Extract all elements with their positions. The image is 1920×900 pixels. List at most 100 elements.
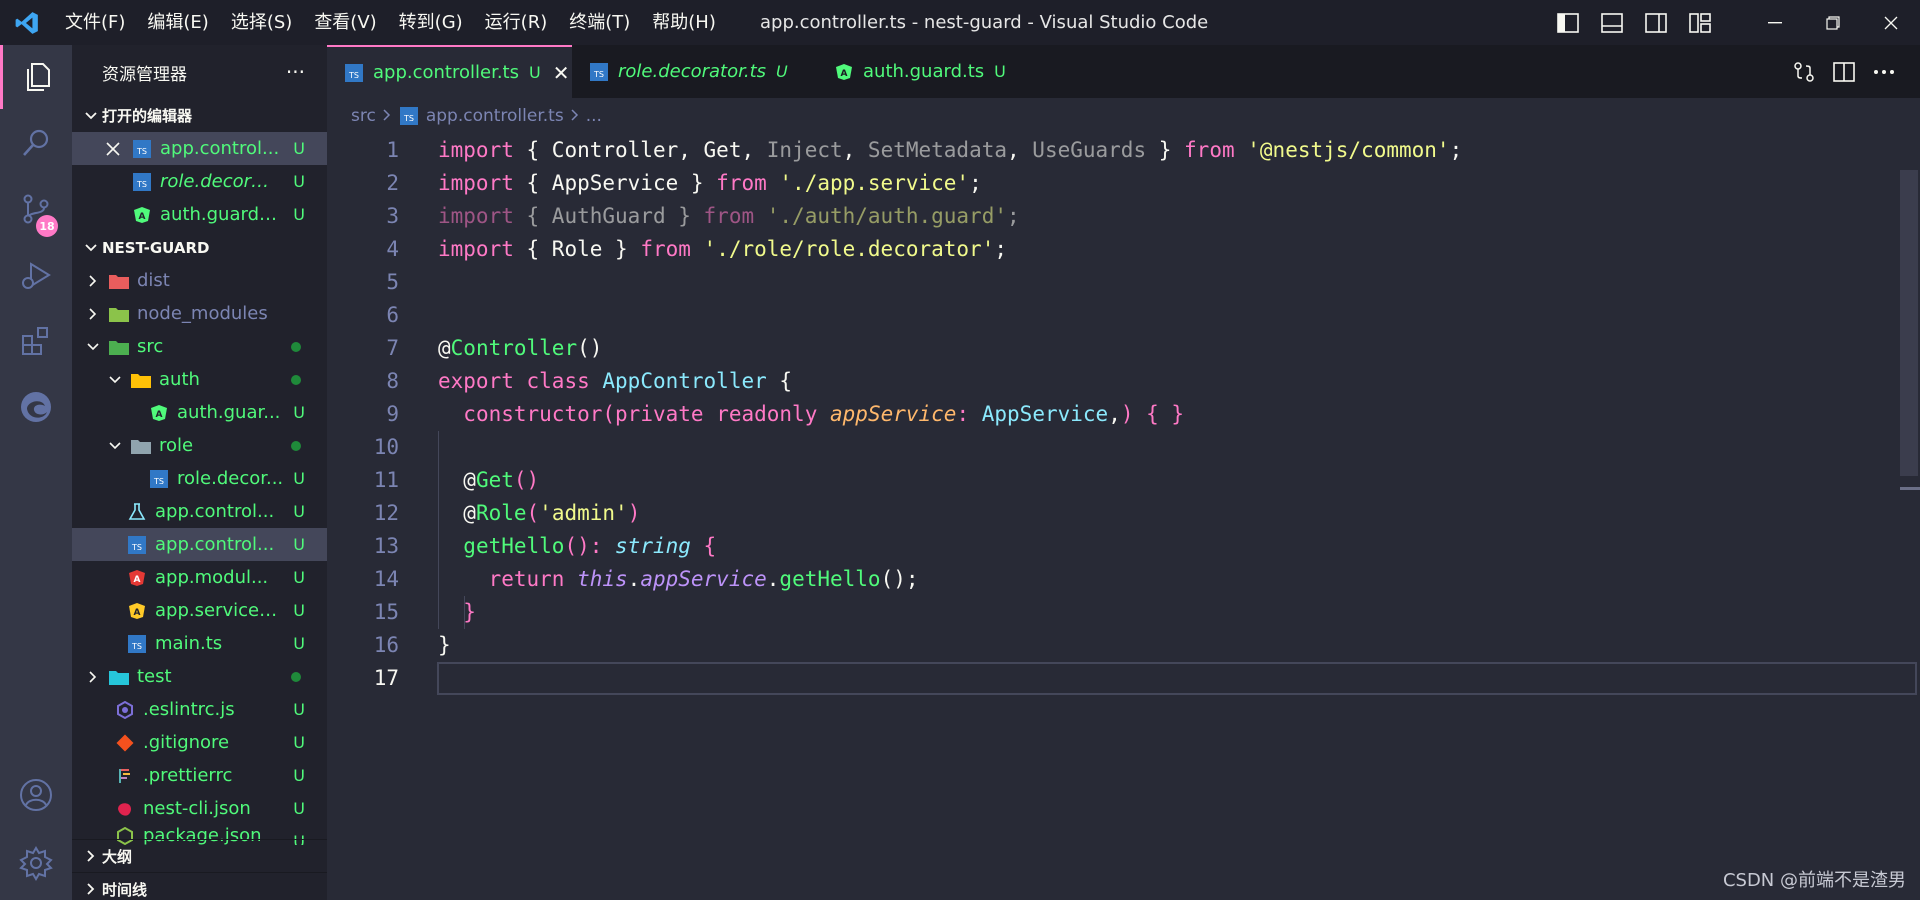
more-actions-icon[interactable] — [1864, 45, 1904, 98]
code-token: this — [577, 567, 628, 591]
code-line[interactable]: 3 import { AuthGuard } from './auth/auth.… — [327, 200, 1917, 233]
code-token: ( — [602, 402, 616, 426]
code-token: ; — [994, 237, 1007, 261]
tab-label: role.decorator.ts — [618, 61, 767, 82]
scrollbar-thumb[interactable] — [1900, 170, 1918, 476]
menu-selection[interactable]: 选择(S) — [220, 0, 303, 45]
file-label: app.service.ts — [155, 600, 279, 621]
tab-app-controller[interactable]: TS app.controller.ts U ✕ — [327, 45, 572, 98]
tree-folder-node-modules[interactable]: node_modules — [72, 297, 327, 330]
menu-terminal[interactable]: 终端(T) — [558, 0, 641, 45]
open-editor-item[interactable]: TS role.decorat... U — [72, 165, 327, 198]
tree-file[interactable]: nest-cli.json U — [72, 792, 327, 825]
sidebar-more-actions-icon[interactable]: ··· — [286, 60, 305, 84]
tree-file[interactable]: .prettierrc U — [72, 759, 327, 792]
code-line[interactable]: 14 return this.appService.getHello(); — [327, 563, 1917, 596]
breadcrumb-symbol[interactable]: ... — [586, 106, 602, 126]
minimize-icon[interactable] — [1746, 0, 1804, 45]
code-line[interactable]: 7 @Controller() — [327, 332, 1917, 365]
close-window-icon[interactable] — [1862, 0, 1920, 45]
tree-file-active[interactable]: TS app.control... U — [72, 528, 327, 561]
code-line[interactable]: 12 @Role('admin') — [327, 497, 1917, 530]
code-line[interactable]: 15 } — [327, 596, 1917, 629]
code-line[interactable]: 11 @Get() — [327, 464, 1917, 497]
code-line[interactable]: 10 — [327, 431, 1917, 464]
toggle-secondary-sidebar-icon[interactable] — [1634, 0, 1678, 45]
search-icon[interactable] — [0, 111, 72, 175]
code-line[interactable]: 4 import { Role } from './role/role.decor… — [327, 233, 1917, 266]
accounts-icon[interactable] — [0, 763, 72, 827]
menu-go[interactable]: 转到(G) — [388, 0, 474, 45]
tab-auth-guard[interactable]: A auth.guard.ts U — [817, 45, 1037, 98]
menu-edit[interactable]: 编辑(E) — [136, 0, 219, 45]
code-token: { — [513, 237, 552, 261]
extensions-icon[interactable] — [0, 309, 72, 373]
customize-layout-icon[interactable] — [1678, 0, 1722, 45]
edge-devtools-icon[interactable] — [0, 375, 72, 439]
git-status: U — [293, 601, 305, 620]
tree-folder-auth[interactable]: auth — [72, 363, 327, 396]
code-line[interactable]: 17 — [327, 662, 1917, 695]
code-line[interactable]: 5 — [327, 266, 1917, 299]
line-content: getHello(): string { — [438, 530, 716, 563]
tree-file[interactable]: TS main.ts U — [72, 627, 327, 660]
explorer-icon[interactable] — [0, 45, 72, 109]
sidebar-header: 资源管理器 ··· — [72, 45, 327, 99]
tree-file[interactable]: A app.modul... U — [72, 561, 327, 594]
typescript-file-icon: TS — [588, 61, 610, 83]
activity-bar: 18 — [0, 45, 72, 900]
vertical-scrollbar[interactable] — [1898, 134, 1920, 900]
timeline-header[interactable]: 时间线 — [72, 872, 327, 900]
split-editor-icon[interactable] — [1824, 45, 1864, 98]
tree-file[interactable]: TS role.decor... U — [72, 462, 327, 495]
menu-help[interactable]: 帮助(H) — [641, 0, 727, 45]
tree-folder-dist[interactable]: dist — [72, 264, 327, 297]
code-line[interactable]: 8 export class AppController { — [327, 365, 1917, 398]
tree-file[interactable]: A app.service.ts U — [72, 594, 327, 627]
open-editor-item[interactable]: TS app.control... U — [72, 132, 327, 165]
code-line[interactable]: 2 import { AppService } from './app.servi… — [327, 167, 1917, 200]
project-header[interactable]: NEST-GUARD — [72, 231, 327, 264]
folder-src-icon — [108, 336, 130, 358]
open-editor-item[interactable]: A auth.guard.... U — [72, 198, 327, 231]
open-changes-icon[interactable] — [1784, 45, 1824, 98]
toggle-primary-sidebar-icon[interactable] — [1546, 0, 1590, 45]
line-number: 16 — [373, 633, 399, 657]
menu-file[interactable]: 文件(F) — [54, 0, 136, 45]
tree-file[interactable]: .eslintrc.js U — [72, 693, 327, 726]
code-token: import — [438, 204, 514, 228]
tree-file[interactable]: A auth.guar... U — [72, 396, 327, 429]
manage-gear-icon[interactable] — [0, 831, 72, 895]
tab-role-decorator[interactable]: TS role.decorator.ts U — [572, 45, 817, 98]
open-editors-header[interactable]: 打开的编辑器 — [72, 99, 327, 132]
code-line[interactable]: 9 constructor(private readonly appServic… — [327, 398, 1917, 431]
code-token: Inject — [766, 138, 843, 162]
menu-run[interactable]: 运行(R) — [474, 0, 559, 45]
source-control-icon[interactable]: 18 — [0, 177, 72, 241]
tree-file[interactable]: app.control... U — [72, 495, 327, 528]
typescript-file-icon: TS — [148, 468, 170, 490]
code-line[interactable]: 16} — [327, 629, 1917, 662]
line-number: 9 — [386, 402, 399, 426]
close-icon[interactable]: ✕ — [553, 61, 570, 85]
outline-header[interactable]: 大纲 — [72, 839, 327, 872]
close-icon[interactable] — [102, 138, 124, 160]
code-editor[interactable]: 1 import { Controller, Get, Inject, SetMe… — [327, 134, 1920, 900]
breadcrumb: src TS app.controller.ts ... — [327, 98, 1920, 134]
restore-icon[interactable] — [1804, 0, 1862, 45]
open-editors-title: 打开的编辑器 — [102, 107, 193, 125]
breadcrumb-folder[interactable]: src — [351, 106, 376, 126]
code-line[interactable]: 1 import { Controller, Get, Inject, SetMe… — [327, 134, 1917, 167]
breadcrumb-file[interactable]: app.controller.ts — [426, 106, 564, 126]
eslint-file-icon — [114, 699, 136, 721]
tree-folder-src[interactable]: src — [72, 330, 327, 363]
tree-file[interactable]: .gitignore U — [72, 726, 327, 759]
tree-folder-test[interactable]: test — [72, 660, 327, 693]
menu-view[interactable]: 查看(V) — [303, 0, 387, 45]
toggle-panel-icon[interactable] — [1590, 0, 1634, 45]
run-debug-icon[interactable] — [0, 243, 72, 307]
code-line[interactable]: 13 getHello(): string { — [327, 530, 1917, 563]
tree-folder-role[interactable]: role — [72, 429, 327, 462]
code-token: , — [741, 138, 767, 162]
code-line[interactable]: 6 — [327, 299, 1917, 332]
